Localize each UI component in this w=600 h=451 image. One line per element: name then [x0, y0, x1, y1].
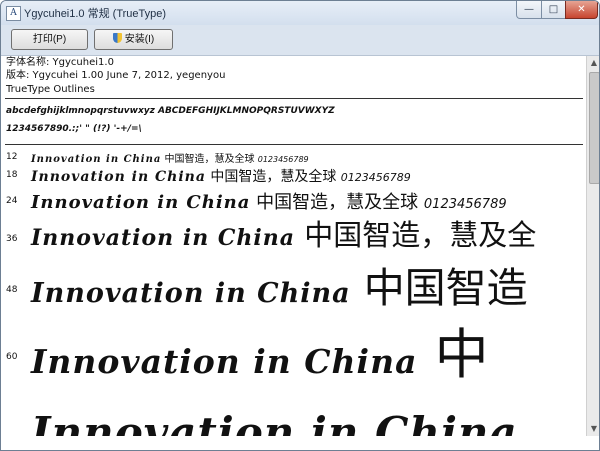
- scroll-thumb[interactable]: [589, 72, 599, 184]
- vertical-scrollbar[interactable]: ▲ ▼: [586, 56, 599, 436]
- sample-digits: 0123456789: [423, 197, 507, 212]
- sample-digits: 0123456789: [340, 171, 411, 184]
- sample-size-label: 36: [6, 234, 18, 244]
- sample-latin: Innovation in China: [31, 192, 251, 213]
- sample-text: Innovation in China 中国智造，慧及全球 0123456789: [31, 188, 507, 214]
- uac-shield-icon: [112, 33, 122, 43]
- sample-size-label: 60: [6, 352, 18, 362]
- sample-text: Innovation in China 中国智造: [31, 254, 528, 314]
- toolbar: 打印(P) 安装(I): [1, 25, 599, 56]
- font-file-icon: A: [6, 6, 21, 21]
- maximize-button[interactable]: □: [541, 1, 566, 19]
- scroll-up-icon[interactable]: ▲: [589, 58, 599, 68]
- title-bar[interactable]: A Ygycuhei1.0 常规 (TrueType) — □ ✕: [1, 1, 599, 25]
- close-button[interactable]: ✕: [565, 1, 598, 19]
- font-preview-pane[interactable]: 字体名称: Ygycuhei1.0 版本: Ygycuhei 1.00 June…: [1, 56, 586, 450]
- window-title: Ygycuhei1.0 常规 (TrueType): [24, 8, 167, 20]
- charset-line-1: abcdefghijklmnopqrstuvwxyz ABCDEFGHIJKLM…: [6, 106, 335, 116]
- sample-latin: Innovation in China: [31, 169, 206, 185]
- print-button-label: 打印(P): [32, 34, 67, 45]
- font-type-line: TrueType Outlines: [6, 84, 95, 95]
- print-button[interactable]: 打印(P): [11, 29, 88, 50]
- sample-text: Innovation in China 中国智造，慧及全球 0123456789: [31, 166, 411, 186]
- sample-latin: Innovation in China: [31, 225, 295, 251]
- sample-size-label: 48: [6, 285, 18, 295]
- sample-cjk: 中: [434, 323, 489, 386]
- sample-latin: Innovation in China: [31, 154, 162, 165]
- sample-size-label: 12: [6, 152, 18, 162]
- sample-latin: Innovation in China: [31, 342, 418, 381]
- sample-text: Innovation in China 中: [31, 310, 489, 389]
- sample-latin: Innovation in China: [31, 278, 351, 309]
- charset-line-2: 1234567890.:;' " (!?) '-+/=\: [6, 124, 142, 134]
- sample-cjk: 中国智造，慧及全球: [256, 192, 419, 213]
- sample-size-label: 18: [6, 170, 18, 180]
- divider: [5, 98, 583, 99]
- font-name-line: 字体名称: Ygycuhei1.0: [6, 57, 114, 68]
- install-button[interactable]: 安装(I): [94, 29, 173, 50]
- sample-size-label: 24: [6, 196, 18, 206]
- bottom-edge: [1, 436, 599, 450]
- install-button-label: 安装(I): [124, 34, 155, 45]
- sample-cjk: 中国智造，慧及全: [304, 218, 537, 252]
- scroll-down-icon[interactable]: ▼: [589, 424, 599, 434]
- sample-digits: 0123456789: [257, 155, 309, 164]
- minimize-button[interactable]: —: [516, 1, 542, 19]
- sample-cjk: 中国智造，慧及全球: [164, 154, 255, 165]
- sample-text: Innovation in China 中国智造，慧及全球 0123456789: [31, 150, 309, 165]
- font-version-line: 版本: Ygycuhei 1.00 June 7, 2012, yegenyou: [6, 70, 226, 81]
- sample-cjk: 中国智造: [363, 264, 528, 312]
- sample-text: Innovation in China 中国智造，慧及全: [31, 212, 536, 254]
- sample-cjk: 中国智造，慧及全球: [210, 169, 337, 185]
- font-viewer-window: A Ygycuhei1.0 常规 (TrueType) — □ ✕ 打印(P) …: [0, 0, 600, 451]
- divider: [5, 144, 583, 145]
